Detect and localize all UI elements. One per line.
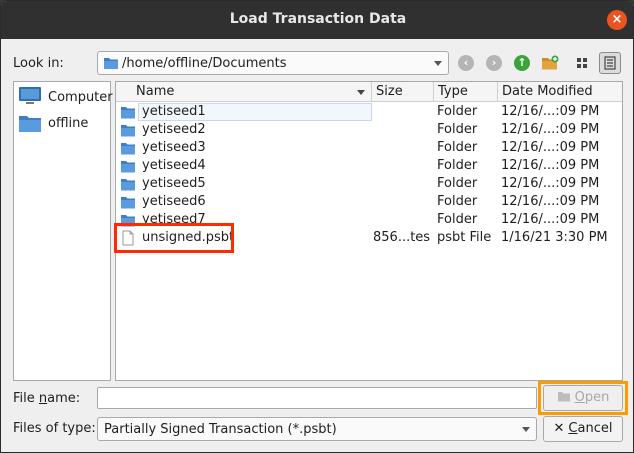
file-name: yetiseed3 xyxy=(142,140,206,155)
file-name-label: File name: xyxy=(13,391,81,406)
table-row[interactable]: yetiseed6 Folder 12/16/...:09 PM xyxy=(116,193,622,211)
column-header-date[interactable]: Date Modified xyxy=(498,82,622,102)
file-date: 12/16/...:09 PM xyxy=(501,122,600,137)
file-date: 12/16/...:09 PM xyxy=(501,158,600,173)
folder-icon xyxy=(104,58,118,69)
forward-icon[interactable]: › xyxy=(483,52,505,74)
column-header-type[interactable]: Type xyxy=(434,82,498,102)
look-in-path: /home/offline/Documents xyxy=(122,56,287,71)
file-type: Folder xyxy=(437,176,478,191)
sidebar-item-offline[interactable]: offline xyxy=(18,112,108,134)
file-type: psbt File xyxy=(437,230,492,245)
chevron-down-icon[interactable] xyxy=(522,427,530,432)
load-transaction-dialog: Load Transaction Data × Look in: /home/o… xyxy=(0,0,634,453)
table-row[interactable]: yetiseed5 Folder 12/16/...:09 PM xyxy=(116,175,622,193)
chevron-down-icon[interactable] xyxy=(434,61,442,66)
table-row[interactable]: yetiseed4 Folder 12/16/...:09 PM xyxy=(116,157,622,175)
files-of-type-combo[interactable]: Partially Signed Transaction (*.psbt) xyxy=(97,417,537,441)
title-bar: Load Transaction Data × xyxy=(1,1,633,39)
highlight-box-unsigned-psbt xyxy=(114,223,234,253)
file-type: Folder xyxy=(437,122,478,137)
file-date: 12/16/...:09 PM xyxy=(501,176,600,191)
look-in-combo[interactable]: /home/offline/Documents xyxy=(97,51,449,75)
file-date: 12/16/...:09 PM xyxy=(501,212,600,227)
folder-icon xyxy=(19,116,41,132)
file-size: 856...tes xyxy=(373,230,431,245)
folder-icon xyxy=(121,143,135,155)
window-title: Load Transaction Data xyxy=(229,11,407,27)
file-name: yetiseed5 xyxy=(142,176,206,191)
folder-icon xyxy=(121,179,135,191)
computer-icon xyxy=(19,87,41,104)
files-of-type-value: Partially Signed Transaction (*.psbt) xyxy=(104,422,337,437)
look-in-label: Look in: xyxy=(13,56,64,71)
folder-icon xyxy=(121,107,135,119)
file-type: Folder xyxy=(437,104,478,119)
file-date: 12/16/...:09 PM xyxy=(501,140,600,155)
folder-icon xyxy=(121,161,135,173)
file-name: yetiseed1 xyxy=(142,104,206,119)
places-sidebar: Computer offline xyxy=(13,81,113,381)
back-icon[interactable]: ‹ xyxy=(455,52,477,74)
file-type: Folder xyxy=(437,158,478,173)
sidebar-item-label: offline xyxy=(48,116,89,131)
folder-open-icon xyxy=(557,392,570,402)
files-of-type-label: Files of type: xyxy=(13,421,96,436)
sort-down-icon xyxy=(357,90,365,95)
open-button[interactable]: Open xyxy=(543,385,623,411)
file-type: Folder xyxy=(437,194,478,209)
table-row[interactable]: yetiseed3 Folder 12/16/...:09 PM xyxy=(116,139,622,157)
file-date: 12/16/...:09 PM xyxy=(501,194,600,209)
table-row[interactable]: yetiseed1 Folder 12/16/...:09 PM xyxy=(116,103,622,121)
folder-icon xyxy=(121,125,135,137)
file-name: yetiseed6 xyxy=(142,194,206,209)
table-row[interactable]: yetiseed2 Folder 12/16/...:09 PM xyxy=(116,121,622,139)
list-view-icon[interactable] xyxy=(571,52,593,74)
file-type: Folder xyxy=(437,140,478,155)
folder-icon xyxy=(121,197,135,209)
file-name: yetiseed4 xyxy=(142,158,206,173)
detail-view-icon[interactable] xyxy=(599,52,621,74)
close-icon: ✕ xyxy=(553,421,565,436)
close-icon[interactable]: × xyxy=(607,10,627,30)
column-header-size[interactable]: Size xyxy=(372,82,434,102)
file-date: 12/16/...:09 PM xyxy=(501,104,600,119)
file-type: Folder xyxy=(437,212,478,227)
file-name: yetiseed2 xyxy=(142,122,206,137)
file-date: 1/16/21 3:30 PM xyxy=(501,230,608,245)
sidebar-item-computer[interactable]: Computer xyxy=(18,86,113,108)
sidebar-item-label: Computer xyxy=(48,90,113,105)
cancel-button[interactable]: ✕ Cancel xyxy=(543,416,623,442)
new-folder-icon[interactable] xyxy=(539,52,561,74)
column-header-name[interactable]: Name xyxy=(116,82,372,102)
parent-dir-icon[interactable]: ↑ xyxy=(511,52,533,74)
file-name-input[interactable] xyxy=(97,387,537,409)
